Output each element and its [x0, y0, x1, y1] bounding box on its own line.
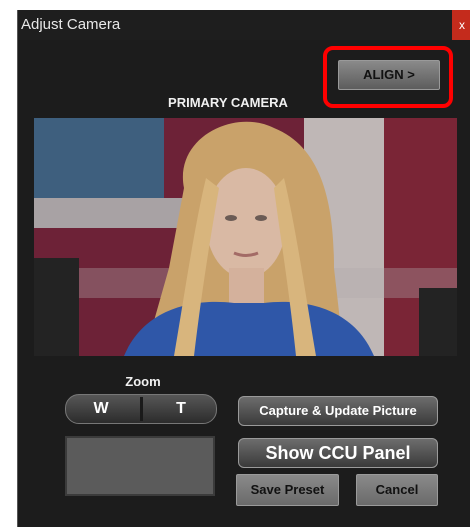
title-bar: Adjust Camera x	[18, 10, 470, 40]
zoom-label: Zoom	[125, 374, 161, 389]
primary-camera-label: PRIMARY CAMERA	[168, 95, 288, 110]
zoom-tele-button[interactable]: T	[151, 395, 211, 423]
close-button[interactable]: x	[452, 10, 470, 40]
preset-thumbnail	[65, 436, 215, 496]
camera-preview-image	[34, 118, 457, 356]
capture-update-picture-button[interactable]: Capture & Update Picture	[238, 396, 438, 426]
show-ccu-panel-button[interactable]: Show CCU Panel	[238, 438, 438, 468]
save-preset-button[interactable]: Save Preset	[236, 474, 339, 506]
window-title: Adjust Camera	[21, 16, 121, 33]
zoom-wide-button[interactable]: W	[71, 395, 131, 423]
dialog-content: ALIGN > PRIMARY CAMERA Zoom W T Capture …	[18, 40, 470, 527]
close-icon: x	[459, 18, 465, 32]
adjust-camera-window: Adjust Camera x ALIGN > PRIMARY CAMERA Z…	[17, 10, 470, 527]
zoom-divider	[140, 397, 143, 421]
cancel-button[interactable]: Cancel	[356, 474, 438, 506]
zoom-control: W T	[65, 394, 217, 424]
camera-frame-graphic	[34, 118, 457, 356]
align-button[interactable]: ALIGN >	[338, 60, 440, 90]
